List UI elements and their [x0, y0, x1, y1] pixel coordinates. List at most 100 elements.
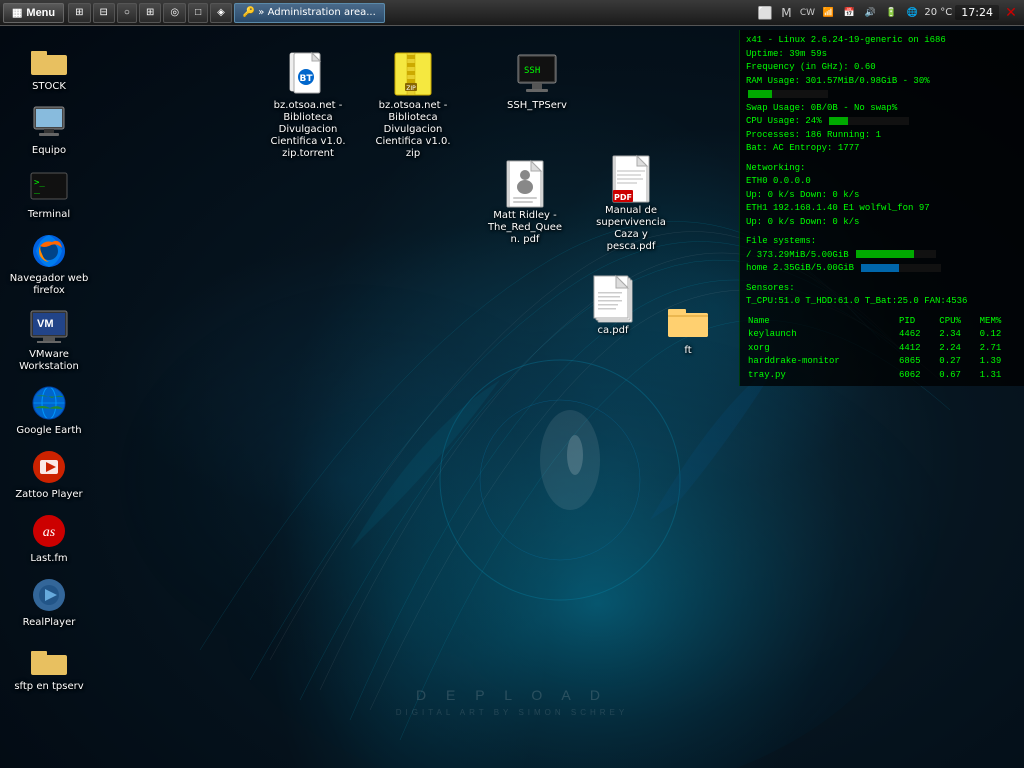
- sidebar-item-sftp[interactable]: sftp en tpserv: [5, 635, 93, 697]
- svg-text:DIGITAL ART BY SIMON SCHREY: DIGITAL ART BY SIMON SCHREY: [396, 708, 628, 717]
- ssh-label: SSH_TPServ: [507, 100, 567, 112]
- realplayer-icon: [29, 575, 69, 615]
- proc-cpu-4: 0.67: [937, 369, 977, 383]
- sidebar-item-stock[interactable]: STOCK: [5, 35, 93, 97]
- zip-file-icon: ZIP: [389, 50, 437, 98]
- sysmon-sensors: T_CPU:51.0 T_HDD:61.0 T_Bat:25.0 FAN:453…: [746, 295, 1018, 309]
- proc-name-1: keylaunch: [746, 328, 897, 342]
- manual-label: Manual de supervivencia Caza y pesca.pdf: [591, 205, 671, 253]
- zattoo-icon: [29, 447, 69, 487]
- file-icon-matt[interactable]: Matt Ridley - The_Red_Queen. pdf: [485, 160, 565, 246]
- proc-cpu-2: 2.24: [937, 342, 977, 356]
- sysmon-title: x41 - Linux 2.6.24-19-generic on i686: [746, 34, 1018, 48]
- sysmon-process-table: Name PID CPU% MEM% keylaunch 4462 2.34 0…: [746, 315, 1018, 383]
- file-icon-bz-zip[interactable]: ZIP bz.otsoa.net - Biblioteca Divulgacio…: [373, 50, 453, 160]
- sftp-label: sftp en tpserv: [14, 681, 83, 693]
- svg-text:SSH: SSH: [524, 66, 540, 76]
- tray-sound-icon[interactable]: 🔊: [861, 4, 879, 22]
- tray-calendar-icon[interactable]: 📅: [840, 4, 858, 22]
- svg-text:BT: BT: [300, 74, 314, 84]
- taskbar-app-6[interactable]: □: [188, 3, 208, 23]
- sysmon-bat: Bat: AC Entropy: 1777: [746, 142, 1018, 156]
- sysmon-fs2: home 2.35GiB/5.00GiB: [746, 262, 1018, 276]
- proc-pid-4: 6062: [897, 369, 937, 383]
- proc-col-pid: PID: [897, 315, 937, 329]
- file-icon-folder[interactable]: ft: [648, 295, 728, 357]
- stock-label: STOCK: [32, 81, 66, 93]
- taskbar-app-1[interactable]: ⊞: [68, 3, 90, 23]
- sidebar-item-zattoo[interactable]: Zattoo Player: [5, 443, 93, 505]
- lastfm-label: Last.fm: [30, 553, 67, 565]
- stock-icon: [29, 39, 69, 79]
- sidebar-item-equipo[interactable]: Equipo: [5, 99, 93, 161]
- sidebar-item-lastfm[interactable]: as Last.fm: [5, 507, 93, 569]
- proc-name-3: harddrake-monitor: [746, 355, 897, 369]
- sidebar-item-terminal[interactable]: _>_ Terminal: [5, 163, 93, 225]
- lastfm-icon: as: [29, 511, 69, 551]
- proc-row-1: keylaunch 4462 2.34 0.12: [746, 328, 1018, 342]
- window-label: » Administration area...: [258, 7, 376, 18]
- tray-window-icon[interactable]: ⬜: [756, 4, 774, 22]
- taskbar-app-2[interactable]: ⊟: [93, 3, 115, 23]
- tray-network-icon[interactable]: 🌐: [903, 4, 921, 22]
- proc-col-name: Name: [746, 315, 897, 329]
- fs1-bar: [856, 250, 936, 258]
- cpu-bar: [829, 117, 909, 125]
- svg-text:PDF: PDF: [614, 193, 632, 202]
- proc-cpu-1: 2.34: [937, 328, 977, 342]
- proc-cpu-3: 0.27: [937, 355, 977, 369]
- proc-name-2: xorg: [746, 342, 897, 356]
- tray-mail-icon[interactable]: M: [777, 4, 795, 22]
- vmware-label: VMware Workstation: [9, 349, 89, 373]
- menu-button[interactable]: ▦ Menu: [3, 3, 64, 23]
- sysmon-eth0: ETH0 0.0.0.0: [746, 175, 1018, 189]
- fs2-bar: [861, 264, 941, 272]
- sidebar-item-vmware[interactable]: VM VMware Workstation: [5, 303, 93, 377]
- menu-icon: ▦: [12, 6, 22, 19]
- file-icon-manual[interactable]: PDF Manual de supervivencia Caza y pesca…: [591, 155, 671, 253]
- proc-mem-2: 2.71: [978, 342, 1018, 356]
- sidebar-item-firefox[interactable]: Navegador web firefox: [5, 227, 93, 301]
- ca-pdf-icon: [589, 275, 637, 323]
- ram-bar: [748, 90, 828, 98]
- proc-mem-3: 1.39: [978, 355, 1018, 369]
- proc-col-cpu: CPU%: [937, 315, 977, 329]
- equipo-icon: [29, 103, 69, 143]
- realplayer-label: RealPlayer: [23, 617, 76, 629]
- proc-row-4: tray.py 6062 0.67 1.31: [746, 369, 1018, 383]
- taskbar-window-button[interactable]: 🔑 » Administration area...: [234, 3, 385, 23]
- tray-power-icon[interactable]: ✕: [1002, 4, 1020, 22]
- taskbar-app-7[interactable]: ◈: [210, 3, 232, 23]
- sysmon-freq: Frequency (in GHz): 0.60: [746, 61, 1018, 75]
- terminal-label: Terminal: [28, 209, 70, 221]
- tray-battery-icon[interactable]: 🔋: [882, 4, 900, 22]
- tray-chat-icon[interactable]: CW: [798, 4, 816, 22]
- sysmon-eth0-traffic: Up: 0 k/s Down: 0 k/s: [746, 189, 1018, 203]
- file-icon-ca[interactable]: ca.pdf: [573, 275, 653, 337]
- svg-text:as: as: [43, 525, 56, 540]
- proc-mem-1: 0.12: [978, 328, 1018, 342]
- sysmon-sensors-header: Sensores:: [746, 282, 1018, 296]
- temperature-display: 20 °C: [924, 7, 952, 18]
- taskbar-app-3[interactable]: ○: [117, 3, 137, 23]
- taskbar-app-5[interactable]: ◎: [163, 3, 186, 23]
- vmware-icon: VM: [29, 307, 69, 347]
- sidebar-item-realplayer[interactable]: RealPlayer: [5, 571, 93, 633]
- sysmon-processes: Processes: 186 Running: 1: [746, 129, 1018, 143]
- file-icon-ssh[interactable]: SSH SSH_TPServ: [497, 50, 577, 112]
- sysmon-fs1: / 373.29MiB/5.00GiB: [746, 249, 1018, 263]
- googleearth-label: Google Earth: [16, 425, 81, 437]
- ssh-icon: SSH: [513, 50, 561, 98]
- sidebar-item-googleearth[interactable]: Google Earth: [5, 379, 93, 441]
- taskbar-app-4[interactable]: ⊞: [139, 3, 161, 23]
- tray-nm-icon[interactable]: 📶: [819, 4, 837, 22]
- file-icon-bz-torrent[interactable]: BT bz.otsoa.net - Biblioteca Divulgacion…: [268, 50, 348, 160]
- proc-name-4: tray.py: [746, 369, 897, 383]
- torrent-file-icon: BT: [284, 50, 332, 98]
- sysmon-cpu: CPU Usage: 24%: [746, 115, 1018, 129]
- proc-row-3: harddrake-monitor 6865 0.27 1.39: [746, 355, 1018, 369]
- folder-label: ft: [684, 345, 691, 357]
- svg-text:VM: VM: [37, 318, 54, 330]
- matt-pdf-icon: [501, 160, 549, 208]
- window-icon: 🔑: [243, 7, 255, 18]
